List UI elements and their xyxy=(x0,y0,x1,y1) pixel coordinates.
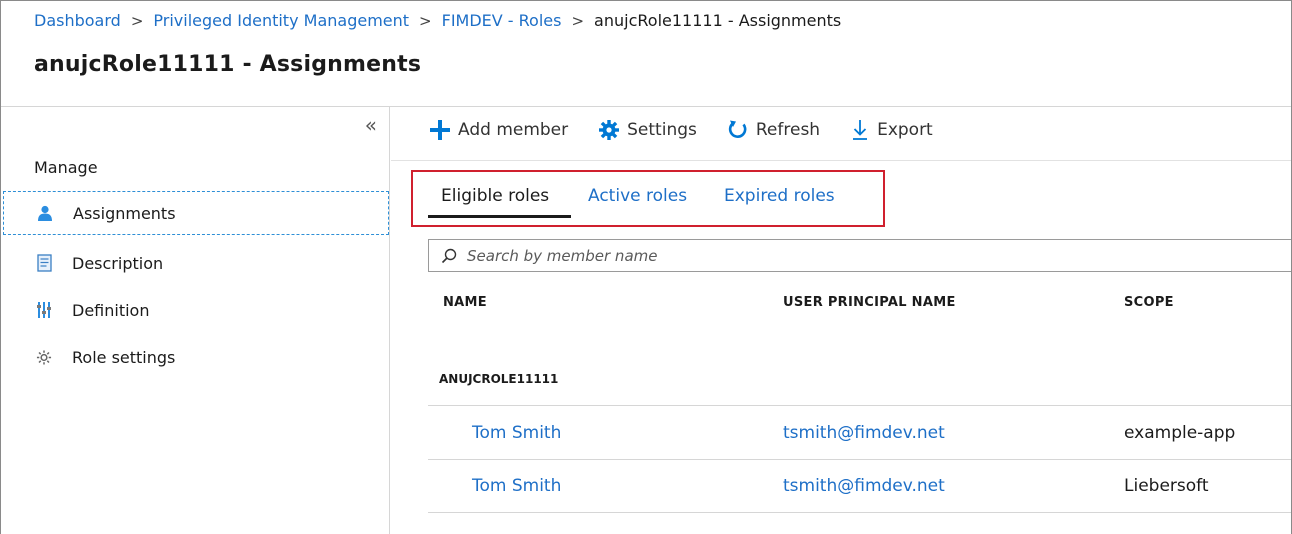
breadcrumb-dashboard[interactable]: Dashboard xyxy=(34,11,121,30)
selected-tab-indicator xyxy=(428,215,571,218)
search-input[interactable] xyxy=(467,246,1167,265)
gear-icon xyxy=(36,348,52,366)
sidebar-item-label: Description xyxy=(72,253,164,273)
add-member-label: Add member xyxy=(458,120,569,140)
column-header-upn[interactable]: USER PRINCIPAL NAME xyxy=(783,295,956,310)
document-icon xyxy=(36,254,52,272)
breadcrumb-separator: > xyxy=(130,11,144,30)
row-divider xyxy=(428,459,1291,460)
sidebar-item-definition[interactable]: Definition xyxy=(3,288,389,332)
sidebar: « Manage Assignments Description Definit… xyxy=(1,107,390,534)
tab-eligible-roles[interactable]: Eligible roles xyxy=(441,186,549,206)
export-label: Export xyxy=(877,120,933,140)
member-name-link[interactable]: Tom Smith xyxy=(472,476,561,496)
row-divider xyxy=(428,512,1291,513)
breadcrumb-fimdev-roles[interactable]: FIMDEV - Roles xyxy=(442,11,562,30)
member-upn-link[interactable]: tsmith@fimdev.net xyxy=(783,476,945,496)
sidebar-item-label: Definition xyxy=(72,300,150,320)
sidebar-item-assignments[interactable]: Assignments xyxy=(3,191,389,235)
user-icon xyxy=(37,204,53,222)
refresh-icon xyxy=(727,119,749,141)
breadcrumb: Dashboard > Privileged Identity Manageme… xyxy=(34,11,841,30)
search-icon xyxy=(441,248,457,264)
settings-label: Settings xyxy=(627,120,697,140)
tab-active-roles[interactable]: Active roles xyxy=(588,186,687,206)
group-label: ANUJCROLE11111 xyxy=(439,372,559,386)
pim-assignments-window: Dashboard > Privileged Identity Manageme… xyxy=(0,0,1292,534)
settings-button[interactable]: Settings xyxy=(598,119,697,141)
refresh-label: Refresh xyxy=(755,120,821,140)
breadcrumb-separator: > xyxy=(571,11,585,30)
toolbar-divider xyxy=(391,160,1291,161)
collapse-sidebar-button[interactable]: « xyxy=(365,113,377,137)
sidebar-item-label: Role settings xyxy=(72,347,176,367)
sidebar-section-manage: Manage xyxy=(34,158,98,177)
column-header-scope[interactable]: SCOPE xyxy=(1124,295,1174,310)
breadcrumb-pim[interactable]: Privileged Identity Management xyxy=(153,11,409,30)
sidebar-item-label: Assignments xyxy=(73,203,176,223)
add-member-button[interactable]: Add member xyxy=(429,119,568,141)
command-toolbar: Add member Settings Refresh Export xyxy=(429,119,963,141)
sliders-icon xyxy=(36,301,52,319)
sidebar-item-role-settings[interactable]: Role settings xyxy=(3,335,389,379)
refresh-button[interactable]: Refresh xyxy=(727,119,820,141)
page-title: anujcRole11111 - Assignments xyxy=(34,52,422,77)
plus-icon xyxy=(429,119,451,141)
member-name-link[interactable]: Tom Smith xyxy=(472,423,561,443)
column-header-name[interactable]: NAME xyxy=(443,295,487,310)
download-icon xyxy=(850,119,870,141)
sidebar-item-description[interactable]: Description xyxy=(3,241,389,285)
tab-expired-roles[interactable]: Expired roles xyxy=(724,186,835,206)
breadcrumb-separator: > xyxy=(419,11,432,30)
member-scope: Liebersoft xyxy=(1124,476,1209,496)
export-button[interactable]: Export xyxy=(850,119,933,141)
row-divider xyxy=(428,405,1291,406)
gear-icon xyxy=(598,119,620,141)
member-scope: example-app xyxy=(1124,423,1236,443)
search-box xyxy=(428,239,1291,272)
member-upn-link[interactable]: tsmith@fimdev.net xyxy=(783,423,945,443)
breadcrumb-current: anujcRole11111 - Assignments xyxy=(594,11,842,30)
